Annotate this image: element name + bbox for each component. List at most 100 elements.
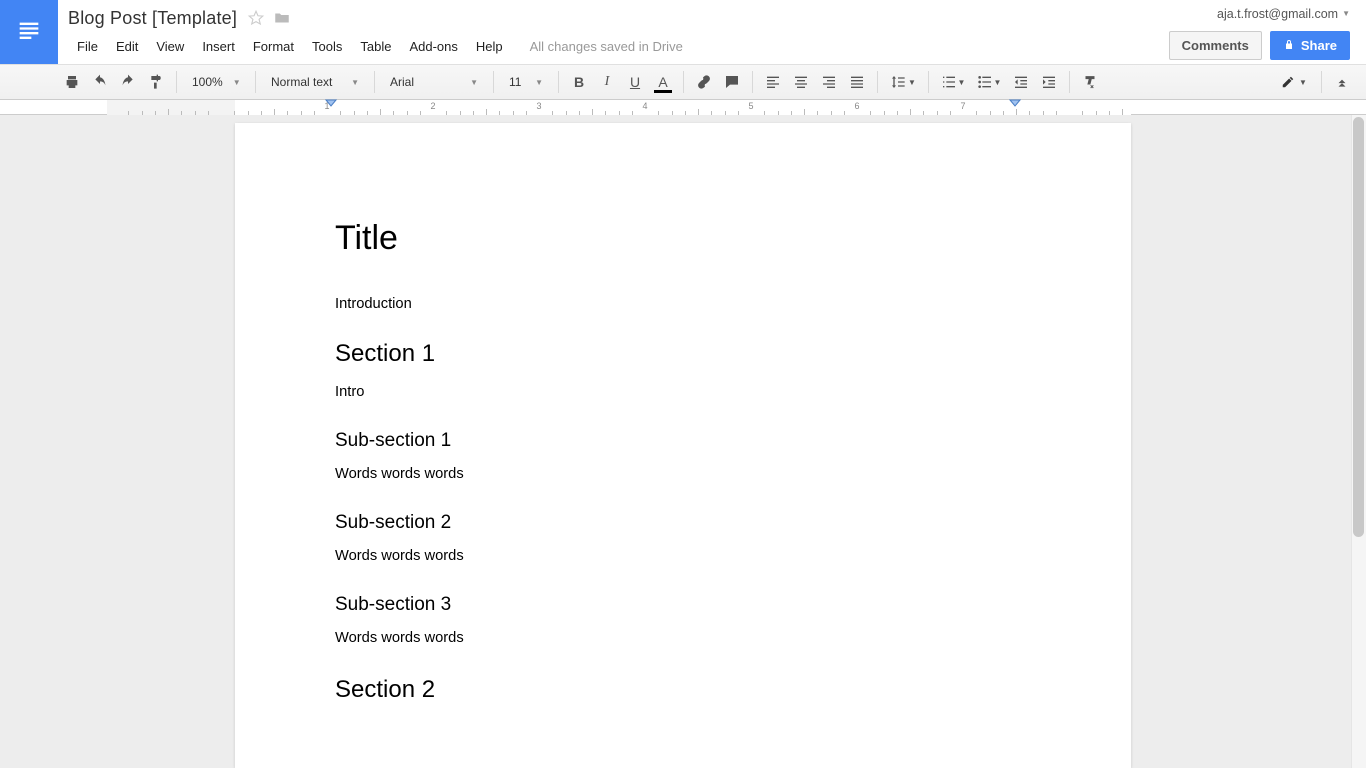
undo-button[interactable] xyxy=(86,69,114,95)
doc-body-text[interactable]: Words words words xyxy=(335,630,1031,646)
doc-body-text[interactable]: Words words words xyxy=(335,466,1031,482)
font-select[interactable]: Arial ▼ xyxy=(381,69,487,95)
page[interactable]: Title Introduction Section 1 Intro Sub-s… xyxy=(235,123,1131,768)
caret-down-icon: ▼ xyxy=(351,78,359,87)
ruler[interactable]: 1234567 xyxy=(235,100,1131,115)
bullet-list-button[interactable]: ▼ xyxy=(971,69,1007,95)
separator xyxy=(928,71,929,93)
ruler-area: 1234567 xyxy=(0,100,1366,115)
increase-indent-button[interactable] xyxy=(1035,69,1063,95)
comments-button[interactable]: Comments xyxy=(1169,31,1262,60)
save-status: All changes saved in Drive xyxy=(530,39,683,54)
separator xyxy=(1069,71,1070,93)
insert-link-button[interactable] xyxy=(690,69,718,95)
docs-logo-icon xyxy=(15,18,43,46)
toolbar-group-align xyxy=(759,64,871,100)
separator xyxy=(493,71,494,93)
menu-bar: File Edit View Insert Format Tools Table… xyxy=(68,32,1159,60)
print-button[interactable] xyxy=(58,69,86,95)
first-line-indent-marker[interactable] xyxy=(331,99,337,107)
doc-section-heading[interactable]: Section 2 xyxy=(335,676,1031,704)
paint-format-button[interactable] xyxy=(142,69,170,95)
editing-mode-button[interactable]: ▼ xyxy=(1273,69,1315,95)
account-menu[interactable]: aja.t.frost@gmail.com ▼ xyxy=(1217,5,1350,21)
scrollbar-thumb[interactable] xyxy=(1353,117,1364,537)
menu-insert[interactable]: Insert xyxy=(193,35,244,58)
menu-table[interactable]: Table xyxy=(351,35,400,58)
separator xyxy=(255,71,256,93)
fontsize-value: 11 xyxy=(509,75,521,89)
docs-logo[interactable] xyxy=(0,0,58,64)
separator xyxy=(1321,71,1322,93)
header: Blog Post [Template] File Edit View Inse… xyxy=(0,0,1366,64)
doc-subsection-heading[interactable]: Sub-section 1 xyxy=(335,430,1031,452)
decrease-indent-button[interactable] xyxy=(1007,69,1035,95)
italic-button[interactable]: I xyxy=(593,69,621,95)
share-label: Share xyxy=(1301,38,1337,53)
align-right-button[interactable] xyxy=(815,69,843,95)
right-indent-marker[interactable] xyxy=(1015,99,1021,107)
zoom-value: 100% xyxy=(192,75,223,89)
menu-file[interactable]: File xyxy=(68,35,107,58)
star-icon[interactable] xyxy=(247,9,265,27)
fontsize-select[interactable]: 11 ▼ xyxy=(500,69,552,95)
document-title[interactable]: Blog Post [Template] xyxy=(68,8,237,29)
toolbar-group-spacing: ▼ xyxy=(884,64,922,100)
doc-intro-text[interactable]: Introduction xyxy=(335,296,1031,312)
align-left-button[interactable] xyxy=(759,69,787,95)
separator xyxy=(877,71,878,93)
caret-down-icon: ▼ xyxy=(470,78,478,87)
separator xyxy=(558,71,559,93)
redo-button[interactable] xyxy=(114,69,142,95)
menu-view[interactable]: View xyxy=(147,35,193,58)
menu-format[interactable]: Format xyxy=(244,35,303,58)
toolbar-group-insert xyxy=(690,64,746,100)
separator xyxy=(176,71,177,93)
header-buttons: Comments Share xyxy=(1169,31,1350,60)
style-value: Normal text xyxy=(271,75,332,89)
document-canvas: Title Introduction Section 1 Intro Sub-s… xyxy=(0,115,1366,768)
numbered-list-button[interactable]: ▼ xyxy=(935,69,971,95)
toolbar: 100% ▼ Normal text ▼ Arial ▼ 11 ▼ B I U … xyxy=(0,64,1366,100)
folder-icon[interactable] xyxy=(273,9,291,27)
align-justify-button[interactable] xyxy=(843,69,871,95)
doc-section-heading[interactable]: Section 1 xyxy=(335,340,1031,368)
text-color-button[interactable]: A xyxy=(649,69,677,95)
scrollbar-track[interactable] xyxy=(1351,115,1366,768)
insert-comment-button[interactable] xyxy=(718,69,746,95)
caret-down-icon: ▼ xyxy=(1299,78,1307,87)
zoom-select[interactable]: 100% ▼ xyxy=(183,69,249,95)
doc-subsection-heading[interactable]: Sub-section 2 xyxy=(335,512,1031,534)
collapse-toolbar-button[interactable] xyxy=(1328,69,1356,95)
doc-body-text[interactable]: Words words words xyxy=(335,548,1031,564)
caret-down-icon: ▼ xyxy=(908,78,916,87)
caret-down-icon: ▼ xyxy=(994,78,1002,87)
separator xyxy=(752,71,753,93)
clear-formatting-button[interactable] xyxy=(1076,69,1104,95)
menu-addons[interactable]: Add-ons xyxy=(400,35,466,58)
menu-edit[interactable]: Edit xyxy=(107,35,147,58)
caret-down-icon: ▼ xyxy=(233,78,241,87)
menu-tools[interactable]: Tools xyxy=(303,35,351,58)
style-select[interactable]: Normal text ▼ xyxy=(262,69,368,95)
account-email: aja.t.frost@gmail.com xyxy=(1217,7,1338,21)
separator xyxy=(374,71,375,93)
lock-icon xyxy=(1283,39,1295,51)
title-row: Blog Post [Template] xyxy=(68,4,1159,32)
separator xyxy=(683,71,684,93)
header-main: Blog Post [Template] File Edit View Inse… xyxy=(58,0,1169,64)
caret-down-icon: ▼ xyxy=(1342,9,1350,18)
doc-body-text[interactable]: Intro xyxy=(335,384,1031,400)
toolbar-group-lists: ▼ ▼ xyxy=(935,64,1063,100)
doc-subsection-heading[interactable]: Sub-section 3 xyxy=(335,594,1031,616)
font-value: Arial xyxy=(390,75,414,89)
line-spacing-button[interactable]: ▼ xyxy=(884,69,922,95)
caret-down-icon: ▼ xyxy=(958,78,966,87)
align-center-button[interactable] xyxy=(787,69,815,95)
underline-button[interactable]: U xyxy=(621,69,649,95)
doc-title-heading[interactable]: Title xyxy=(335,219,1031,258)
share-button[interactable]: Share xyxy=(1270,31,1350,60)
comments-label: Comments xyxy=(1182,38,1249,53)
bold-button[interactable]: B xyxy=(565,69,593,95)
menu-help[interactable]: Help xyxy=(467,35,512,58)
